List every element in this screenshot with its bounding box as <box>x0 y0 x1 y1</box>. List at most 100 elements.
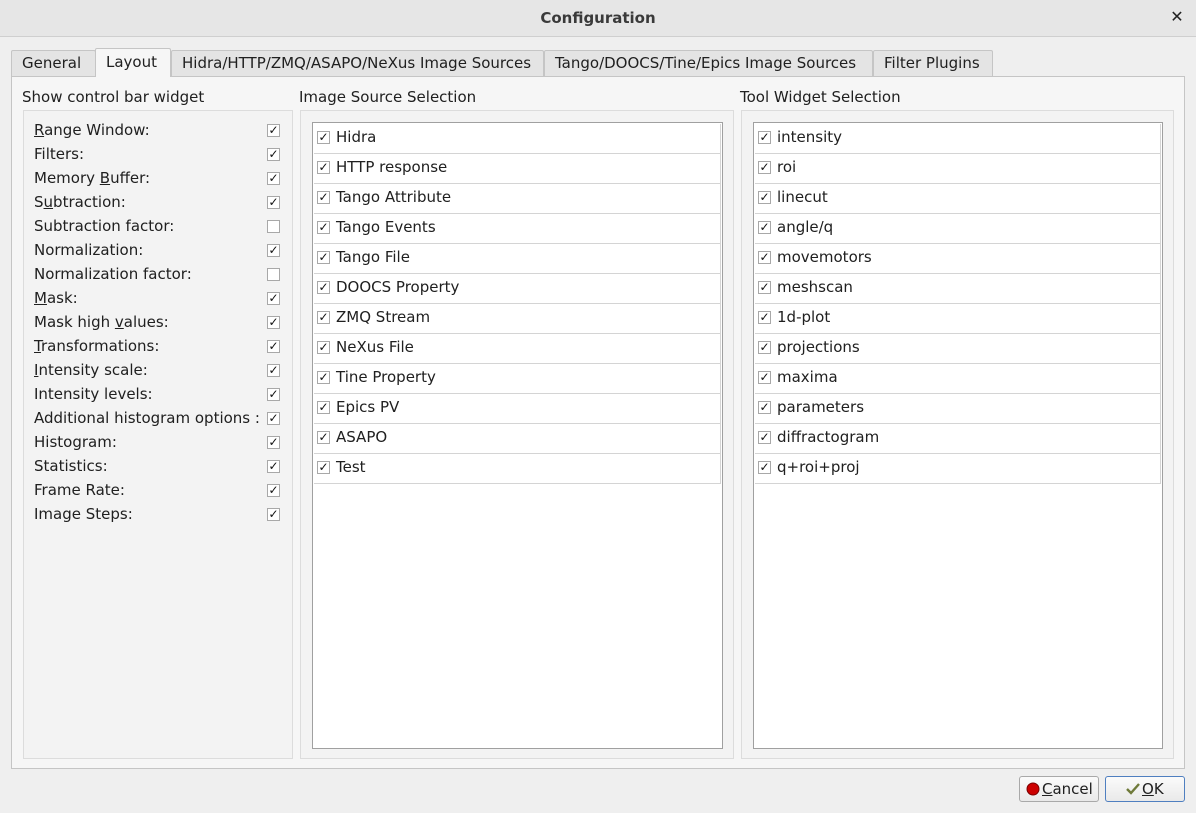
checkbox-projections[interactable] <box>758 341 771 354</box>
checkbox-intensity[interactable] <box>758 131 771 144</box>
tool-widget-item-q-roi-proj[interactable]: q+roi+proj <box>755 454 1161 484</box>
control-bar-row-memory-buffer: Memory Buffer: <box>24 167 292 191</box>
image-source-item-epics-pv[interactable]: Epics PV <box>314 394 721 424</box>
ok-button-label: OK <box>1142 780 1164 798</box>
checkbox-transformations[interactable] <box>267 340 280 353</box>
checkbox-angle-q[interactable] <box>758 221 771 234</box>
checkbox-zmq-stream[interactable] <box>317 311 330 324</box>
control-bar-label: Memory Buffer: <box>34 169 151 187</box>
checkbox-intensity-scale[interactable] <box>267 364 280 377</box>
image-source-item-tango-attribute[interactable]: Tango Attribute <box>314 184 721 214</box>
control-bar-label: Additional histogram options : <box>34 409 260 427</box>
checkbox-asapo[interactable] <box>317 431 330 444</box>
checkbox-roi[interactable] <box>758 161 771 174</box>
checkbox-nexus-file[interactable] <box>317 341 330 354</box>
image-source-item-hidra[interactable]: Hidra <box>314 124 721 154</box>
checkbox-normalization-factor[interactable] <box>267 268 280 281</box>
checkbox-histogram[interactable] <box>267 436 280 449</box>
tool-widget-item-roi[interactable]: roi <box>755 154 1161 184</box>
checkbox-linecut[interactable] <box>758 191 771 204</box>
control-bar-label: Subtraction: <box>34 193 126 211</box>
checkbox-additional-histogram-options[interactable] <box>267 412 280 425</box>
checkbox-frame-rate[interactable] <box>267 484 280 497</box>
image-source-item-asapo[interactable]: ASAPO <box>314 424 721 454</box>
checkbox-memory-buffer[interactable] <box>267 172 280 185</box>
checkbox-movemotors[interactable] <box>758 251 771 264</box>
control-bar-label: Intensity scale: <box>34 361 148 379</box>
checkbox-tango-file[interactable] <box>317 251 330 264</box>
control-bar-label: Mask high values: <box>34 313 169 331</box>
checkbox-mask[interactable] <box>267 292 280 305</box>
control-bar-row-intensity-levels: Intensity levels: <box>24 383 292 407</box>
tab-filter-plugins[interactable]: Filter Plugins <box>873 50 993 76</box>
tab-general[interactable]: General <box>11 50 96 76</box>
checkbox-q-roi-proj[interactable] <box>758 461 771 474</box>
cancel-button[interactable]: Cancel <box>1019 776 1099 802</box>
checkbox-hidra[interactable] <box>317 131 330 144</box>
checkbox-subtraction-factor[interactable] <box>267 220 280 233</box>
image-source-item-http-response[interactable]: HTTP response <box>314 154 721 184</box>
checkbox-tango-events[interactable] <box>317 221 330 234</box>
checkbox-parameters[interactable] <box>758 401 771 414</box>
control-bar-label: Transformations: <box>34 337 160 355</box>
tool-widget-group: intensity roi linecut angle/q movemotors mesh… <box>741 110 1174 759</box>
tool-widget-item-linecut[interactable]: linecut <box>755 184 1161 214</box>
image-source-item-nexus-file[interactable]: NeXus File <box>314 334 721 364</box>
tool-widget-item-label: angle/q <box>777 218 834 236</box>
tab-tango-doocs-tine-epics-sources[interactable]: Tango/DOOCS/Tine/Epics Image Sources <box>544 50 873 76</box>
checkbox-subtraction[interactable] <box>267 196 280 209</box>
image-source-list[interactable]: Hidra HTTP response Tango Attribute Tango E… <box>312 122 723 749</box>
image-source-item-test[interactable]: Test <box>314 454 721 484</box>
control-bar-label: Histogram: <box>34 433 117 451</box>
tool-widget-item-1d-plot[interactable]: 1d-plot <box>755 304 1161 334</box>
image-source-item-tango-file[interactable]: Tango File <box>314 244 721 274</box>
tool-widget-item-meshscan[interactable]: meshscan <box>755 274 1161 304</box>
tool-widget-list[interactable]: intensity roi linecut angle/q movemotors mesh… <box>753 122 1163 749</box>
control-bar-row-normalization-factor: Normalization factor: <box>24 263 292 287</box>
control-bar-label: Frame Rate: <box>34 481 125 499</box>
control-bar-label: Subtraction factor: <box>34 217 175 235</box>
checkbox-1d-plot[interactable] <box>758 311 771 324</box>
image-source-item-zmq-stream[interactable]: ZMQ Stream <box>314 304 721 334</box>
checkbox-image-steps[interactable] <box>267 508 280 521</box>
control-bar-row-subtraction: Subtraction: <box>24 191 292 215</box>
checkbox-doocs-property[interactable] <box>317 281 330 294</box>
control-bar-row-range-window: Range Window: <box>24 119 292 143</box>
tool-widget-item-parameters[interactable]: parameters <box>755 394 1161 424</box>
checkbox-tango-attribute[interactable] <box>317 191 330 204</box>
image-source-group-title: Image Source Selection <box>299 88 477 106</box>
checkbox-mask-high-values[interactable] <box>267 316 280 329</box>
control-bar-row-subtraction-factor: Subtraction factor: <box>24 215 292 239</box>
checkbox-test[interactable] <box>317 461 330 474</box>
tool-widget-item-maxima[interactable]: maxima <box>755 364 1161 394</box>
image-source-item-label: Epics PV <box>336 398 400 416</box>
tool-widget-item-projections[interactable]: projections <box>755 334 1161 364</box>
tool-widget-item-label: projections <box>777 338 860 356</box>
image-source-item-doocs-property[interactable]: DOOCS Property <box>314 274 721 304</box>
tab-hidra-http-zmq-asapo-nexus-sources[interactable]: Hidra/HTTP/ZMQ/ASAPO/NeXus Image Sources <box>171 50 544 76</box>
checkbox-tine-property[interactable] <box>317 371 330 384</box>
tool-widget-item-diffractogram[interactable]: diffractogram <box>755 424 1161 454</box>
tool-widget-item-label: movemotors <box>777 248 872 266</box>
image-source-item-tine-property[interactable]: Tine Property <box>314 364 721 394</box>
checkbox-epics-pv[interactable] <box>317 401 330 414</box>
control-bar-row-mask: Mask: <box>24 287 292 311</box>
close-icon[interactable]: ✕ <box>1168 7 1186 27</box>
control-bar-row-image-steps: Image Steps: <box>24 503 292 527</box>
checkbox-filters[interactable] <box>267 148 280 161</box>
checkbox-statistics[interactable] <box>267 460 280 473</box>
tab-layout[interactable]: Layout <box>95 48 171 77</box>
tool-widget-item-angle-q[interactable]: angle/q <box>755 214 1161 244</box>
image-source-item-tango-events[interactable]: Tango Events <box>314 214 721 244</box>
checkbox-range-window[interactable] <box>267 124 280 137</box>
checkbox-intensity-levels[interactable] <box>267 388 280 401</box>
ok-button[interactable]: OK <box>1105 776 1185 802</box>
tool-widget-item-movemotors[interactable]: movemotors <box>755 244 1161 274</box>
checkbox-maxima[interactable] <box>758 371 771 384</box>
tool-widget-item-intensity[interactable]: intensity <box>755 124 1161 154</box>
checkbox-meshscan[interactable] <box>758 281 771 294</box>
checkbox-normalization[interactable] <box>267 244 280 257</box>
control-bar-row-normalization: Normalization: <box>24 239 292 263</box>
checkbox-http-response[interactable] <box>317 161 330 174</box>
checkbox-diffractogram[interactable] <box>758 431 771 444</box>
